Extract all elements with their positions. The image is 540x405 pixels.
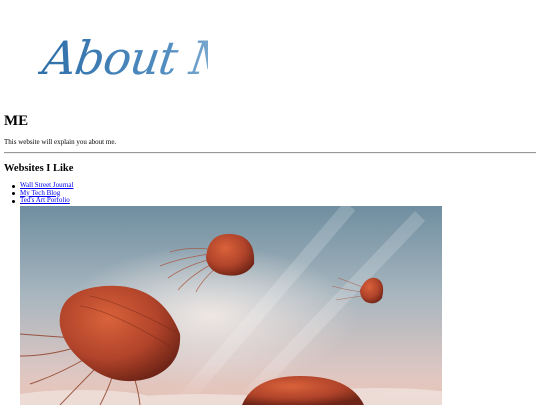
jellyfish-image — [20, 206, 442, 405]
intro-text: This website will explain you about me. — [4, 138, 117, 146]
divider — [4, 152, 536, 154]
bullet-icon — [12, 199, 15, 203]
websites-heading: Websites I Like — [4, 163, 74, 174]
bullet-icon — [12, 192, 15, 195]
bullet-icon — [12, 184, 15, 188]
page-title: ME — [4, 113, 29, 129]
link-teds-art-portfolio[interactable]: Ted's Art Porfolio — [20, 196, 70, 204]
about-me-logo: About Me — [38, 24, 208, 90]
list-item: Ted's Art Porfolio — [12, 196, 73, 205]
websites-list: Wall Street Journal My Tech Blog Ted's A… — [12, 181, 73, 205]
about-me-logo-art: About Me — [38, 31, 208, 85]
logo-text: About Me — [38, 31, 208, 85]
jellyfish-photo — [20, 206, 442, 405]
